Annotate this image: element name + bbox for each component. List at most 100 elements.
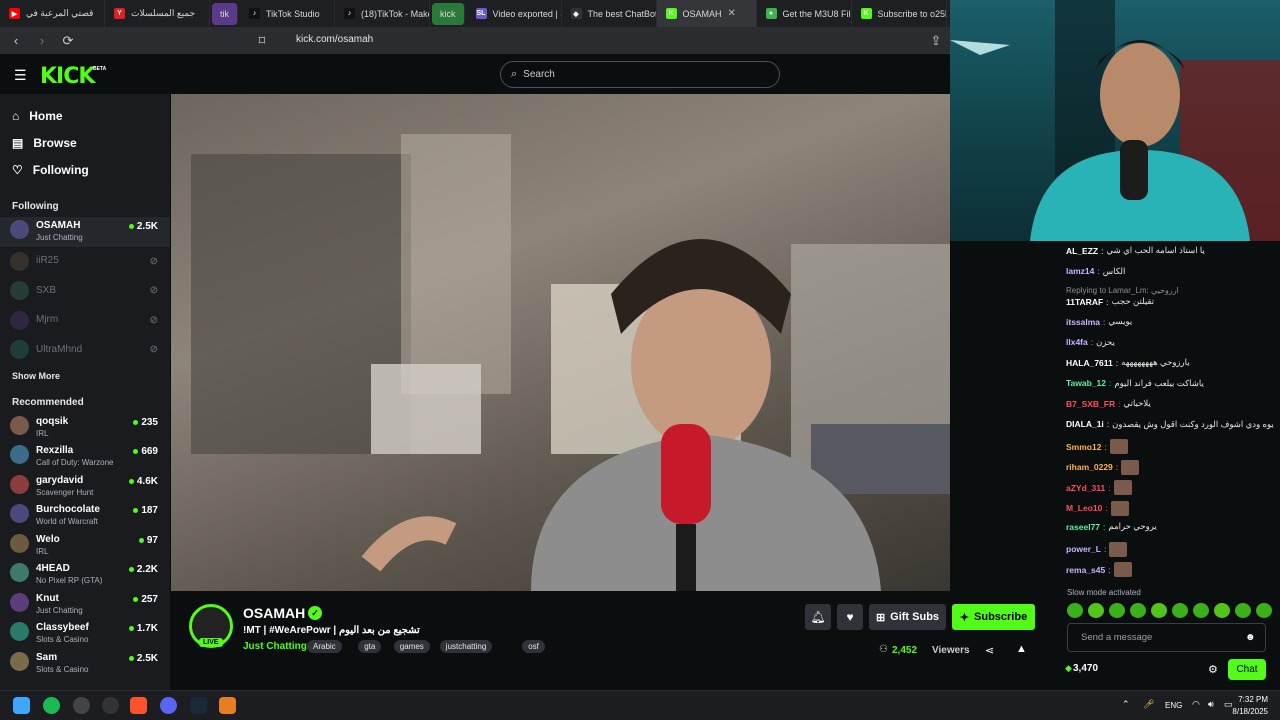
bookmark-icon[interactable]: ⌑ bbox=[252, 31, 272, 51]
channel-item[interactable]: Burchocolate World of Warcraft 187 bbox=[0, 501, 170, 531]
microphone-icon[interactable]: 🎤︎ bbox=[1143, 699, 1154, 710]
browser-tab[interactable]: ◆ The best ChatBot bbox=[562, 0, 657, 27]
channel-item[interactable]: Mjrm ⊘ bbox=[0, 306, 170, 336]
brave-browser-icon[interactable] bbox=[130, 697, 147, 714]
chat-username[interactable]: DIALA_1i bbox=[1066, 419, 1104, 429]
chat-colon: : bbox=[1106, 419, 1110, 429]
browser-tab[interactable]: tik bbox=[212, 2, 238, 25]
send-chat-button[interactable]: Chat bbox=[1228, 659, 1266, 680]
chat-username[interactable]: Tawab_12 bbox=[1066, 378, 1106, 388]
channel-item[interactable]: Knut Just Chatting 257 bbox=[0, 590, 170, 620]
chat-username[interactable]: Smmo12 bbox=[1066, 442, 1101, 452]
share-icon[interactable]: ⋖ bbox=[985, 644, 994, 657]
chat-username[interactable]: HALA_7611 bbox=[1066, 358, 1113, 368]
steam-icon[interactable] bbox=[190, 697, 207, 714]
channel-item[interactable]: OSAMAH Just Chatting 2.5K bbox=[0, 217, 170, 247]
stream-tag[interactable]: gta bbox=[358, 640, 382, 653]
stream-tag[interactable]: games bbox=[393, 640, 430, 653]
reload-icon[interactable]: ⟳ bbox=[58, 31, 78, 51]
sidebar-item-browse[interactable]: ▤ Browse bbox=[0, 129, 170, 156]
channel-item[interactable]: SXB ⊘ bbox=[0, 276, 170, 306]
emote-icon[interactable] bbox=[1151, 603, 1167, 618]
channel-item[interactable]: qoqsik IRL 235 bbox=[0, 413, 170, 443]
channel-item[interactable]: Classybeef Slots & Casino 1.7K bbox=[0, 619, 170, 649]
video-player[interactable] bbox=[171, 94, 950, 591]
stream-category[interactable]: Just Chatting bbox=[243, 641, 307, 652]
notification-bell-button[interactable]: 🔔︎ bbox=[805, 604, 831, 630]
browser-tab[interactable]: ● Get the M3U8 File bbox=[757, 0, 852, 27]
menu-icon[interactable]: ☰ bbox=[14, 67, 27, 84]
discord-icon[interactable] bbox=[160, 697, 177, 714]
channel-item[interactable]: UltraMhnd ⊘ bbox=[0, 335, 170, 365]
browser-tab[interactable]: ♪ TikTok Studio bbox=[240, 0, 335, 27]
emote-icon[interactable] bbox=[1130, 603, 1146, 618]
forward-icon[interactable]: › bbox=[32, 31, 52, 51]
language-indicator[interactable]: ENG bbox=[1165, 701, 1182, 710]
emoji-icon[interactable]: ☻ bbox=[1245, 632, 1256, 643]
chat-username[interactable]: raseel77 bbox=[1066, 522, 1100, 532]
chat-username[interactable]: power_L bbox=[1066, 544, 1101, 554]
channel-item[interactable]: 4HEAD No Pixel RP (GTA) 2.2K bbox=[0, 560, 170, 590]
spotify-icon[interactable] bbox=[43, 697, 60, 714]
chat-username[interactable]: M_Leo10 bbox=[1066, 503, 1102, 513]
report-icon[interactable]: ▲ bbox=[1016, 643, 1027, 655]
search-input[interactable]: ⌕ Search bbox=[500, 61, 780, 88]
emote-icon[interactable] bbox=[1193, 603, 1209, 618]
app-icon[interactable] bbox=[219, 697, 236, 714]
channel-item[interactable]: Sam Slots & Casino 2.5K bbox=[0, 649, 170, 679]
gift-subs-button[interactable]: ⊞ Gift Subs bbox=[869, 604, 946, 630]
channel-item[interactable]: Welo IRL 97 bbox=[0, 531, 170, 561]
chat-username[interactable]: 11TARAF bbox=[1066, 297, 1103, 307]
steelseries-icon[interactable] bbox=[73, 697, 90, 714]
share-icon[interactable]: ⇪ bbox=[926, 31, 946, 51]
stream-tag[interactable]: justchatting bbox=[439, 640, 493, 653]
browser-tab[interactable]: K Subscribe to o25k bbox=[852, 0, 947, 27]
channel-item[interactable]: iiR25 ⊘ bbox=[0, 247, 170, 277]
chat-username[interactable]: itssalma bbox=[1066, 317, 1100, 327]
system-clock[interactable]: 7:32 PM 8/18/2025 bbox=[1232, 694, 1268, 718]
emote-icon[interactable] bbox=[1256, 603, 1272, 618]
streamer-name[interactable]: OSAMAH bbox=[243, 605, 305, 621]
emote-icon[interactable] bbox=[1109, 603, 1125, 618]
chat-username[interactable]: aZYd_311 bbox=[1066, 483, 1105, 493]
browser-tab[interactable]: ▶ قصتي المرعبة في bbox=[0, 0, 105, 27]
emote-icon[interactable] bbox=[1235, 603, 1251, 618]
battery-icon[interactable]: ▭ bbox=[1224, 699, 1233, 710]
browser-tab[interactable]: SL Video exported | S bbox=[467, 0, 562, 27]
subscribe-button[interactable]: ✦ Subscribe bbox=[952, 604, 1035, 630]
chat-username[interactable]: B7_SXB_FR bbox=[1066, 399, 1115, 409]
settings-icon[interactable]: ⚙ bbox=[1208, 663, 1218, 676]
chat-username[interactable]: riham_0229 bbox=[1066, 462, 1113, 472]
emote-icon[interactable] bbox=[1067, 603, 1083, 618]
windows-start-icon[interactable] bbox=[13, 697, 30, 714]
wifi-icon[interactable]: ◠ bbox=[1192, 699, 1200, 710]
sidebar-item-following[interactable]: ♡ Following bbox=[0, 156, 170, 183]
channel-item[interactable]: garydavid Scavenger Hunt 4.6K bbox=[0, 472, 170, 502]
browser-tab[interactable]: kick bbox=[432, 2, 465, 25]
obs-icon[interactable] bbox=[102, 697, 119, 714]
tab-close-icon[interactable]: ✕ bbox=[728, 8, 736, 19]
emote-icon[interactable] bbox=[1214, 603, 1230, 618]
chat-username[interactable]: rema_s45 bbox=[1066, 565, 1105, 575]
browser-tab[interactable]: K OSAMAH ✕ bbox=[656, 0, 757, 27]
stream-tag[interactable]: osf bbox=[522, 640, 545, 653]
stream-tag[interactable]: Arabic bbox=[307, 640, 342, 653]
follow-heart-button[interactable]: ♥ bbox=[837, 604, 863, 630]
tray-chevron-icon[interactable]: ⌃ bbox=[1122, 699, 1130, 710]
emote-icon[interactable] bbox=[1088, 603, 1104, 618]
chat-input[interactable]: Send a message bbox=[1067, 623, 1266, 652]
channel-item[interactable]: Rexzilla Call of Duty: Warzone 669 bbox=[0, 442, 170, 472]
emote-icon[interactable] bbox=[1172, 603, 1188, 618]
chat-username[interactable]: AL_EZZ bbox=[1066, 246, 1098, 256]
browser-tab[interactable]: Y جميع المسلسلات bbox=[105, 0, 210, 27]
kick-logo[interactable]: KICK bbox=[40, 64, 95, 89]
url-text[interactable]: kick.com/osamah bbox=[296, 34, 373, 45]
back-icon[interactable]: ‹ bbox=[6, 31, 26, 51]
show-more-button[interactable]: Show More bbox=[0, 371, 170, 381]
sidebar-item-home[interactable]: ⌂ Home bbox=[0, 102, 170, 129]
chat-username[interactable]: llx4fa bbox=[1066, 337, 1088, 347]
channel-points[interactable]: 3,470 bbox=[1073, 663, 1098, 674]
volume-icon[interactable]: 🔊︎ bbox=[1208, 699, 1214, 710]
browser-tab[interactable]: ♪ (18)TikTok - Make bbox=[335, 0, 430, 27]
chat-username[interactable]: lamz14 bbox=[1066, 266, 1094, 276]
